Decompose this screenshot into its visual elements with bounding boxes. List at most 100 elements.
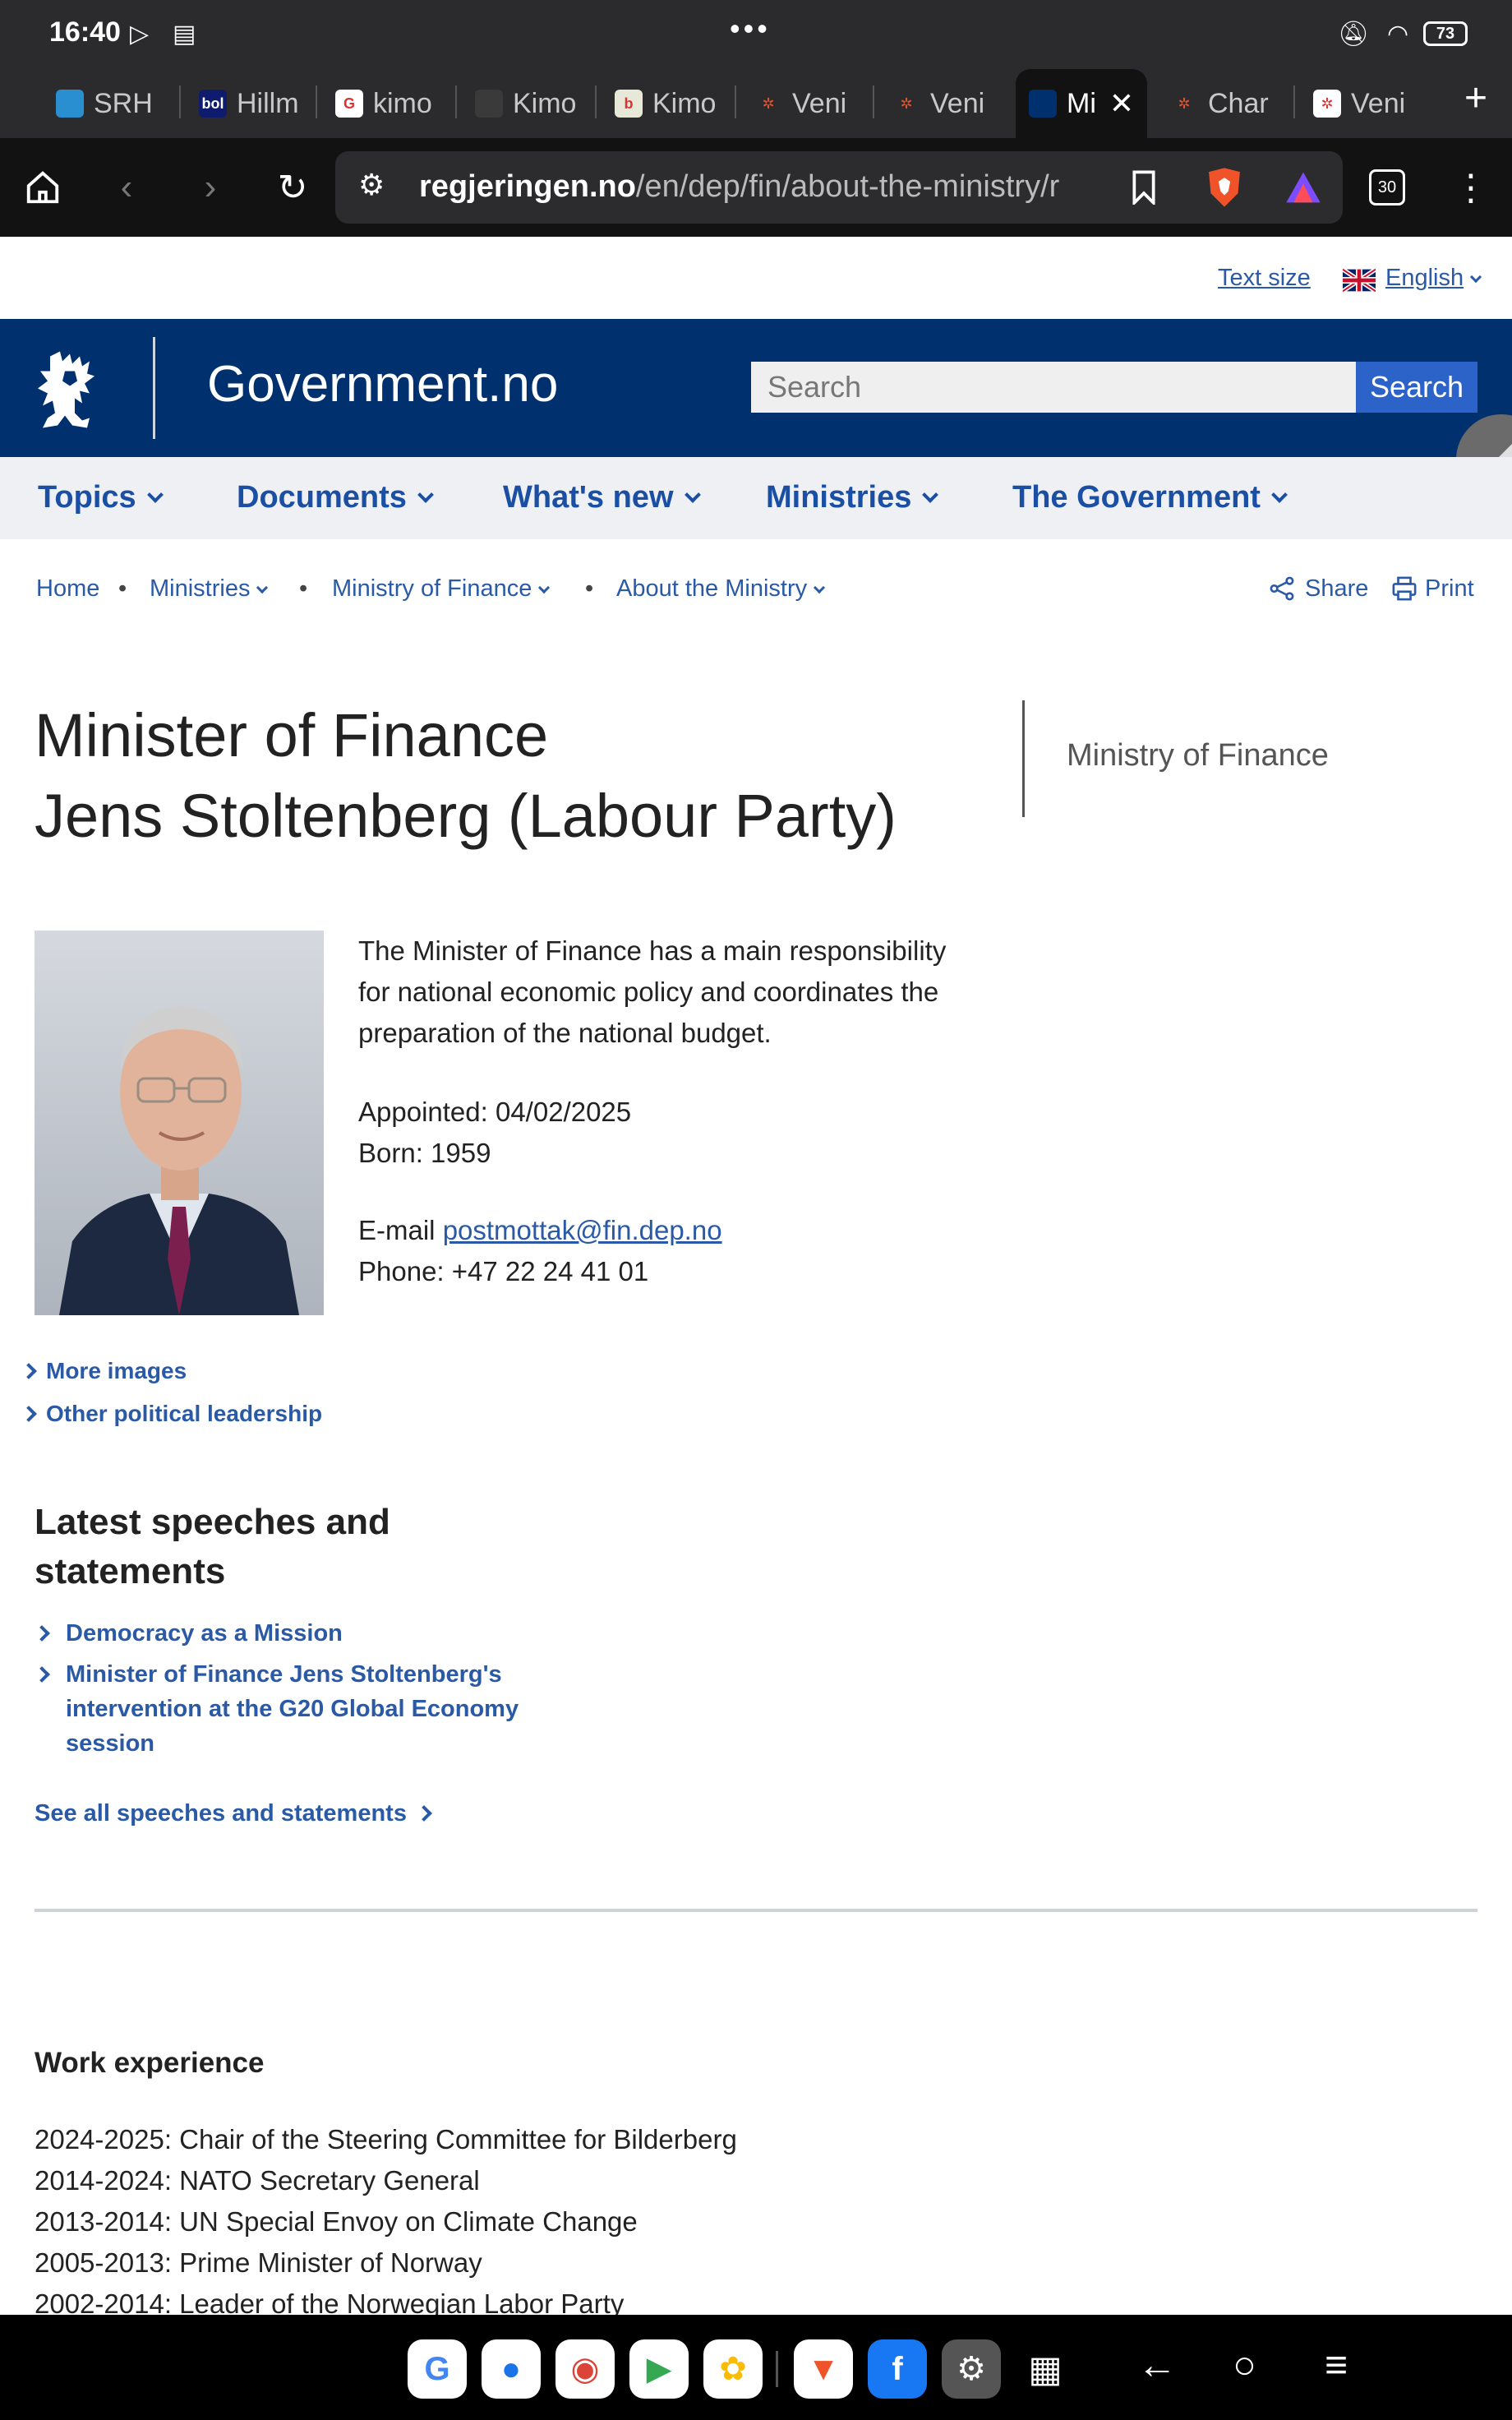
speeches-heading-line1: Latest speeches and [35, 1502, 390, 1542]
phone-number: Phone: +47 22 24 41 01 [358, 1256, 649, 1286]
chevron-right-icon [34, 1666, 50, 1683]
browser-tab[interactable]: SRH [43, 69, 174, 138]
tab-label: Hillm [237, 87, 299, 119]
status-bar: 16:40 ▷ ▤ ••• 🔕︎ ◠ 73 [0, 0, 1512, 69]
browser-tab[interactable]: Kimo [462, 69, 593, 138]
tab-separator [179, 85, 181, 118]
android-nav-bar: G ● ◉ ▶ ✿ ▼ f ⚙︎ ▦ ← ○ ≡ [0, 2315, 1512, 2420]
address-bar[interactable]: ⚙︎ regjeringen.no/en/dep/fin/about-the-m… [335, 151, 1343, 224]
site-settings-icon[interactable]: ⚙︎ [358, 168, 385, 202]
other-political-leadership-link[interactable]: Other political leadership [21, 1401, 322, 1427]
tab-label: Mi [1067, 87, 1096, 119]
nav-the-government[interactable]: The Government [1012, 480, 1288, 515]
reload-icon[interactable]: ↻ [268, 163, 317, 212]
role-description-line: for national economic policy and coordin… [358, 977, 939, 1007]
bookmark-icon[interactable] [1119, 163, 1169, 212]
browser-tab[interactable]: ✲ Char [1157, 69, 1288, 138]
app-drawer-icon[interactable]: ▦ [1016, 2339, 1075, 2399]
url-text[interactable]: regjeringen.no/en/dep/fin/about-the-mini… [419, 169, 1093, 205]
browser-tab[interactable]: b Kimo [602, 69, 733, 138]
nav-whats-new[interactable]: What's new [503, 480, 701, 515]
tab-separator [735, 85, 736, 118]
browser-tab[interactable]: bol Hillm [186, 69, 317, 138]
tab-favicon-icon: ✲ [754, 90, 782, 118]
section-divider [35, 1909, 1477, 1912]
play-store-app-icon[interactable]: ▶ [629, 2339, 689, 2399]
browser-tab[interactable]: ✲ Veni [741, 69, 873, 138]
chrome-app-icon[interactable]: ◉ [555, 2339, 615, 2399]
work-item: 2005-2013: Prime Minister of Norway [35, 2247, 482, 2278]
new-tab-button[interactable]: + [1464, 76, 1487, 121]
mute-bell-icon: 🔕︎ [1338, 21, 1370, 48]
facebook-app-icon[interactable]: f [868, 2339, 927, 2399]
see-all-speeches-link[interactable]: See all speeches and statements [35, 1800, 432, 1827]
photos-app-icon[interactable]: ✿ [703, 2339, 763, 2399]
tab-label: Char [1208, 87, 1269, 119]
menu-kebab-icon[interactable]: ⋮ [1446, 163, 1496, 212]
more-images-link[interactable]: More images [21, 1358, 187, 1384]
nav-topics[interactable]: Topics [38, 480, 164, 515]
speech-link-g20[interactable]: Minister of Finance Jens Stoltenberg's i… [66, 1657, 526, 1761]
brave-app-icon[interactable]: ▼ [794, 2339, 853, 2399]
main-nav: Topics Documents What's new Ministries T… [0, 457, 1512, 539]
text-size-link[interactable]: Text size [1218, 265, 1311, 292]
print-button[interactable]: Print [1392, 575, 1474, 603]
breadcrumb-home[interactable]: Home [36, 575, 99, 603]
sidebar-divider [1022, 700, 1025, 817]
sidebar-ministry-label[interactable]: Ministry of Finance [1067, 738, 1329, 774]
home-icon[interactable] [18, 163, 67, 212]
minister-portrait[interactable] [35, 931, 324, 1315]
calendar-icon: ▤ [173, 21, 196, 48]
breadcrumb-ministry-of-finance[interactable]: Ministry of Finance [332, 575, 551, 603]
wifi-icon: ◠ [1387, 21, 1409, 48]
tab-favicon-icon: bol [199, 90, 227, 118]
browser-tab[interactable]: Gkimo [322, 69, 454, 138]
browser-tab[interactable]: ✲ Veni [1300, 69, 1440, 138]
tab-label: kimo [373, 87, 432, 119]
home-nav-icon[interactable]: ○ [1233, 2343, 1256, 2388]
language-selector[interactable]: English [1385, 265, 1482, 292]
brave-rewards-icon[interactable] [1279, 163, 1328, 212]
tab-separator [455, 85, 457, 118]
site-title[interactable]: Government.no [207, 355, 558, 413]
forward-icon[interactable]: › [186, 163, 235, 212]
breadcrumb-about-the-ministry[interactable]: About the Ministry [616, 575, 826, 603]
nav-documents[interactable]: Documents [237, 480, 434, 515]
page-title-line2: Jens Stoltenberg (Labour Party) [35, 782, 897, 850]
close-tab-icon[interactable]: ✕ [1109, 86, 1134, 121]
google-app-icon[interactable]: G [408, 2339, 467, 2399]
more-dots-icon: ••• [730, 12, 771, 45]
tab-favicon-icon: ✲ [1313, 90, 1341, 118]
settings-app-icon[interactable]: ⚙︎ [942, 2339, 1001, 2399]
speech-link-democracy[interactable]: Democracy as a Mission [66, 1616, 526, 1651]
browser-tab[interactable]: ✲ Veni [879, 69, 1011, 138]
nav-ministries[interactable]: Ministries [766, 480, 939, 515]
tab-favicon-icon: ✲ [892, 90, 920, 118]
tab-favicon-icon [475, 90, 503, 118]
back-icon[interactable]: ‹ [102, 163, 151, 212]
email-link[interactable]: postmottak@fin.dep.no [443, 1215, 722, 1245]
recents-nav-icon[interactable]: ≡ [1325, 2343, 1348, 2388]
tab-separator [316, 85, 317, 118]
tab-label: SRH [94, 87, 153, 119]
back-nav-icon[interactable]: ← [1137, 2343, 1177, 2388]
breadcrumb-separator: • [585, 575, 594, 602]
role-description-line: preparation of the national budget. [358, 1018, 772, 1048]
tab-count-button[interactable]: 30 [1369, 169, 1405, 206]
browser-tab[interactable]: Mi ✕ [1016, 69, 1147, 138]
tab-separator [873, 85, 874, 118]
brave-shield-icon[interactable] [1200, 163, 1249, 212]
birth-year: Born: 1959 [358, 1138, 491, 1168]
search-input[interactable] [751, 362, 1356, 413]
messages-app-icon[interactable]: ● [482, 2339, 541, 2399]
role-description-line: The Minister of Finance has a main respo… [358, 935, 947, 966]
breadcrumb-ministries[interactable]: Ministries [150, 575, 269, 603]
search-button[interactable]: Search [1356, 362, 1477, 413]
share-button[interactable]: Share [1269, 575, 1368, 603]
email-row: E-mail postmottak@fin.dep.no [358, 1215, 722, 1245]
norway-lion-logo[interactable] [33, 349, 107, 431]
screen: 16:40 ▷ ▤ ••• 🔕︎ ◠ 73 SRH bol Hillm Gkimo Ki… [0, 0, 1512, 2420]
dock-divider [776, 2351, 778, 2387]
appointed-date: Appointed: 04/02/2025 [358, 1097, 632, 1127]
work-item: 2014-2024: NATO Secretary General [35, 2165, 480, 2196]
